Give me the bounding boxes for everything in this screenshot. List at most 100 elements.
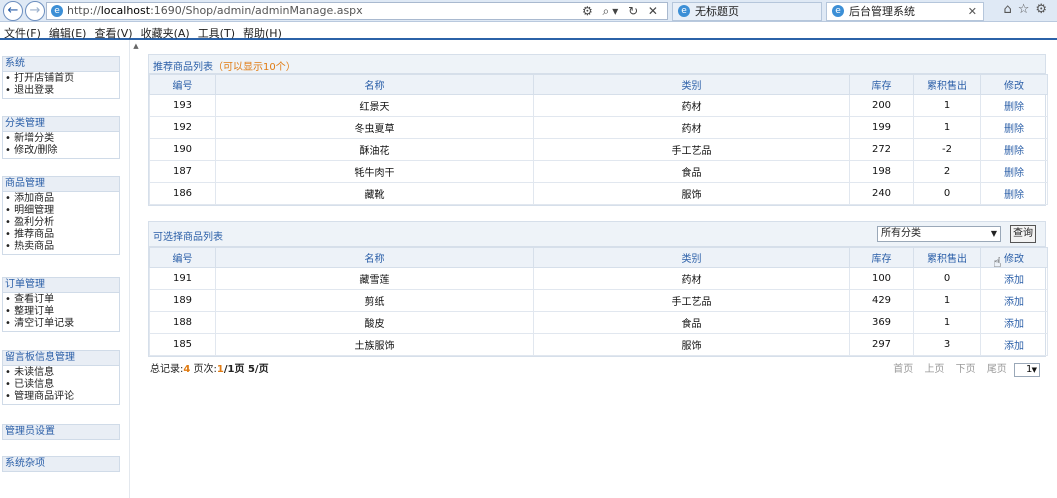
ie-page-icon: e	[51, 5, 63, 17]
table-row: 189 剪纸 手工艺品 429 1 添加	[149, 289, 1048, 312]
prev-page-link[interactable]: 上页	[924, 364, 944, 375]
category-filter-select[interactable]: 所有分类 ▼	[877, 226, 1001, 242]
sidebar-item-hot[interactable]: 热卖商品	[5, 241, 119, 253]
sidebar-item-sort-orders[interactable]: 整理订单	[5, 306, 119, 318]
sidebar-item-read[interactable]: 已读信息	[5, 379, 119, 391]
delete-link[interactable]: 删除	[980, 94, 1048, 117]
sidebar-item-edit-category[interactable]: 修改/删除	[5, 145, 119, 157]
menu-tools[interactable]: 工具(T)	[194, 22, 239, 41]
menu-edit[interactable]: 编辑(E)	[45, 22, 91, 41]
panel-note: （可以显示10个）	[213, 62, 296, 73]
sidebar-group-title[interactable]: 分类管理	[2, 116, 120, 132]
available-table: 编号 名称 类别 库存 累积售出 修改 191 藏雪莲 药材 100 0 添加 189 剪纸…	[149, 247, 1048, 356]
tab-untitled[interactable]: e 无标题页	[672, 2, 822, 21]
sidebar-group-category: 分类管理 新增分类 修改/删除	[2, 116, 120, 159]
sidebar-item-logout[interactable]: 退出登录	[5, 85, 119, 97]
url-host: localhost	[100, 4, 151, 17]
sidebar-group-title[interactable]: 商品管理	[2, 176, 120, 192]
tab-admin[interactable]: e 后台管理系统 ✕	[826, 2, 984, 21]
sidebar: 系统 打开店铺首页 退出登录 分类管理 新增分类 修改/删除 商品管理 添加商品…	[0, 40, 130, 498]
menu-help[interactable]: 帮助(H)	[239, 22, 286, 41]
sidebar-item-profit[interactable]: 盈利分析	[5, 217, 119, 229]
sidebar-group-messages: 留言板信息管理 未读信息 已读信息 管理商品评论	[2, 350, 120, 405]
pagination-bar: 总记录:4 页次:1/1页 5/页 首页 上页 下页 尾页 1 ▼	[150, 360, 1044, 378]
table-row: 193 红景天 药材 200 1 删除	[149, 94, 1048, 117]
browser-home-star-icons[interactable]: ⌂☆⚙	[1003, 2, 1053, 17]
url-tools-icons[interactable]: ⚙ ⌕▾ ↻ ✕	[582, 3, 661, 19]
sidebar-group-products: 商品管理 添加商品 明细管理 盈利分析 推荐商品 热卖商品	[2, 176, 120, 255]
col-edit: 修改	[980, 247, 1048, 268]
menu-bar: 文件(F) 编辑(E) 查看(V) 收藏夹(A) 工具(T) 帮助(H)	[0, 22, 1057, 40]
sidebar-group-title[interactable]: 订单管理	[2, 277, 120, 293]
tab-label: 无标题页	[695, 5, 739, 18]
sidebar-group-title[interactable]: 系统杂项	[2, 456, 120, 472]
close-tab-icon[interactable]: ✕	[968, 3, 977, 20]
first-page-link[interactable]: 首页	[893, 364, 913, 375]
sidebar-group-title[interactable]: 系统	[2, 56, 120, 72]
next-page-link[interactable]: 下页	[956, 364, 976, 375]
page-select[interactable]: 1 ▼	[1014, 363, 1040, 377]
table-row: 190 酥油花 手工艺品 272 -2 删除	[149, 138, 1048, 161]
ie-tab-icon: e	[832, 5, 844, 17]
add-link[interactable]: 添加	[980, 267, 1048, 290]
sidebar-group-system: 系统 打开店铺首页 退出登录	[2, 56, 120, 99]
recommended-table: 编号 名称 类别 库存 累积售出 修改 193 红景天 药材 200 1 删除 192 冬虫…	[149, 74, 1048, 205]
col-category: 类别	[533, 247, 850, 268]
address-bar[interactable]: e http://localhost:1690/Shop/admin/admin…	[46, 2, 668, 20]
panel-title: 可选择商品列表	[153, 232, 223, 243]
col-id: 编号	[149, 74, 216, 95]
col-name: 名称	[215, 74, 534, 95]
query-button[interactable]: 查询	[1010, 225, 1036, 243]
forward-icon[interactable]: →	[25, 1, 45, 21]
col-stock: 库存	[849, 247, 914, 268]
col-sold: 累积售出	[913, 74, 981, 95]
ie-tab-icon: e	[678, 5, 690, 17]
sidebar-item-add-product[interactable]: 添加商品	[5, 193, 119, 205]
chevron-down-icon: ▼	[1031, 366, 1037, 374]
table-header: 编号 名称 类别 库存 累积售出 修改	[149, 247, 1048, 268]
delete-link[interactable]: 删除	[980, 182, 1048, 205]
back-icon[interactable]: ←	[3, 1, 23, 21]
sidebar-group-misc: 系统杂项	[2, 456, 120, 472]
page-current: 1	[216, 364, 224, 375]
sidebar-group-title[interactable]: 留言板信息管理	[2, 350, 120, 366]
menu-file[interactable]: 文件(F)	[0, 22, 45, 41]
total-label: 总记录:	[150, 364, 184, 375]
menu-favorites[interactable]: 收藏夹(A)	[137, 22, 194, 41]
menu-view[interactable]: 查看(V)	[90, 22, 136, 41]
table-row: 186 藏靴 服饰 240 0 删除	[149, 182, 1048, 205]
browser-toolbar: ← → e http://localhost:1690/Shop/admin/a…	[0, 0, 1057, 22]
sidebar-item-comments[interactable]: 管理商品评论	[5, 391, 119, 403]
url-path: :1690/Shop/admin/adminManage.aspx	[150, 4, 363, 17]
add-link[interactable]: 添加	[980, 311, 1048, 334]
chevron-down-icon: ▼	[990, 229, 997, 238]
sidebar-item-add-category[interactable]: 新增分类	[5, 133, 119, 145]
col-id: 编号	[149, 247, 216, 268]
available-panel: 可选择商品列表 所有分类 ▼ 查询 编号 名称 类别 库存 累积售出 修改 19…	[148, 221, 1048, 357]
sidebar-item-clear-orders[interactable]: 清空订单记录	[5, 318, 119, 330]
filter-value: 所有分类	[881, 228, 921, 239]
page-label: 页次:	[190, 364, 217, 375]
recommended-panel: 推荐商品列表（可以显示10个） 编号 名称 类别 库存 累积售出 修改 193 红…	[148, 54, 1048, 206]
sidebar-item-unread[interactable]: 未读信息	[5, 367, 119, 379]
sidebar-item-recommend[interactable]: 推荐商品	[5, 229, 119, 241]
table-row: 185 土族服饰 服饰 297 3 添加	[149, 333, 1048, 356]
sidebar-item-view-orders[interactable]: 查看订单	[5, 294, 119, 306]
url-prefix: http://	[67, 4, 101, 17]
tab-label: 后台管理系统	[849, 5, 915, 18]
delete-link[interactable]: 删除	[980, 116, 1048, 139]
delete-link[interactable]: 删除	[980, 160, 1048, 183]
last-page-link[interactable]: 尾页	[987, 364, 1007, 375]
delete-link[interactable]: 删除	[980, 138, 1048, 161]
sidebar-item-detail[interactable]: 明细管理	[5, 205, 119, 217]
add-link[interactable]: 添加	[980, 333, 1048, 356]
add-link[interactable]: 添加	[980, 289, 1048, 312]
table-row: 192 冬虫夏草 药材 199 1 删除	[149, 116, 1048, 139]
sidebar-group-title[interactable]: 管理员设置	[2, 424, 120, 440]
page-total: /1页	[223, 364, 248, 375]
col-stock: 库存	[849, 74, 914, 95]
scroll-up-icon[interactable]: ▲	[131, 42, 141, 52]
per-page: 5/页	[247, 364, 269, 375]
sidebar-item-open-store[interactable]: 打开店铺首页	[5, 73, 119, 85]
col-edit: 修改	[980, 74, 1048, 95]
